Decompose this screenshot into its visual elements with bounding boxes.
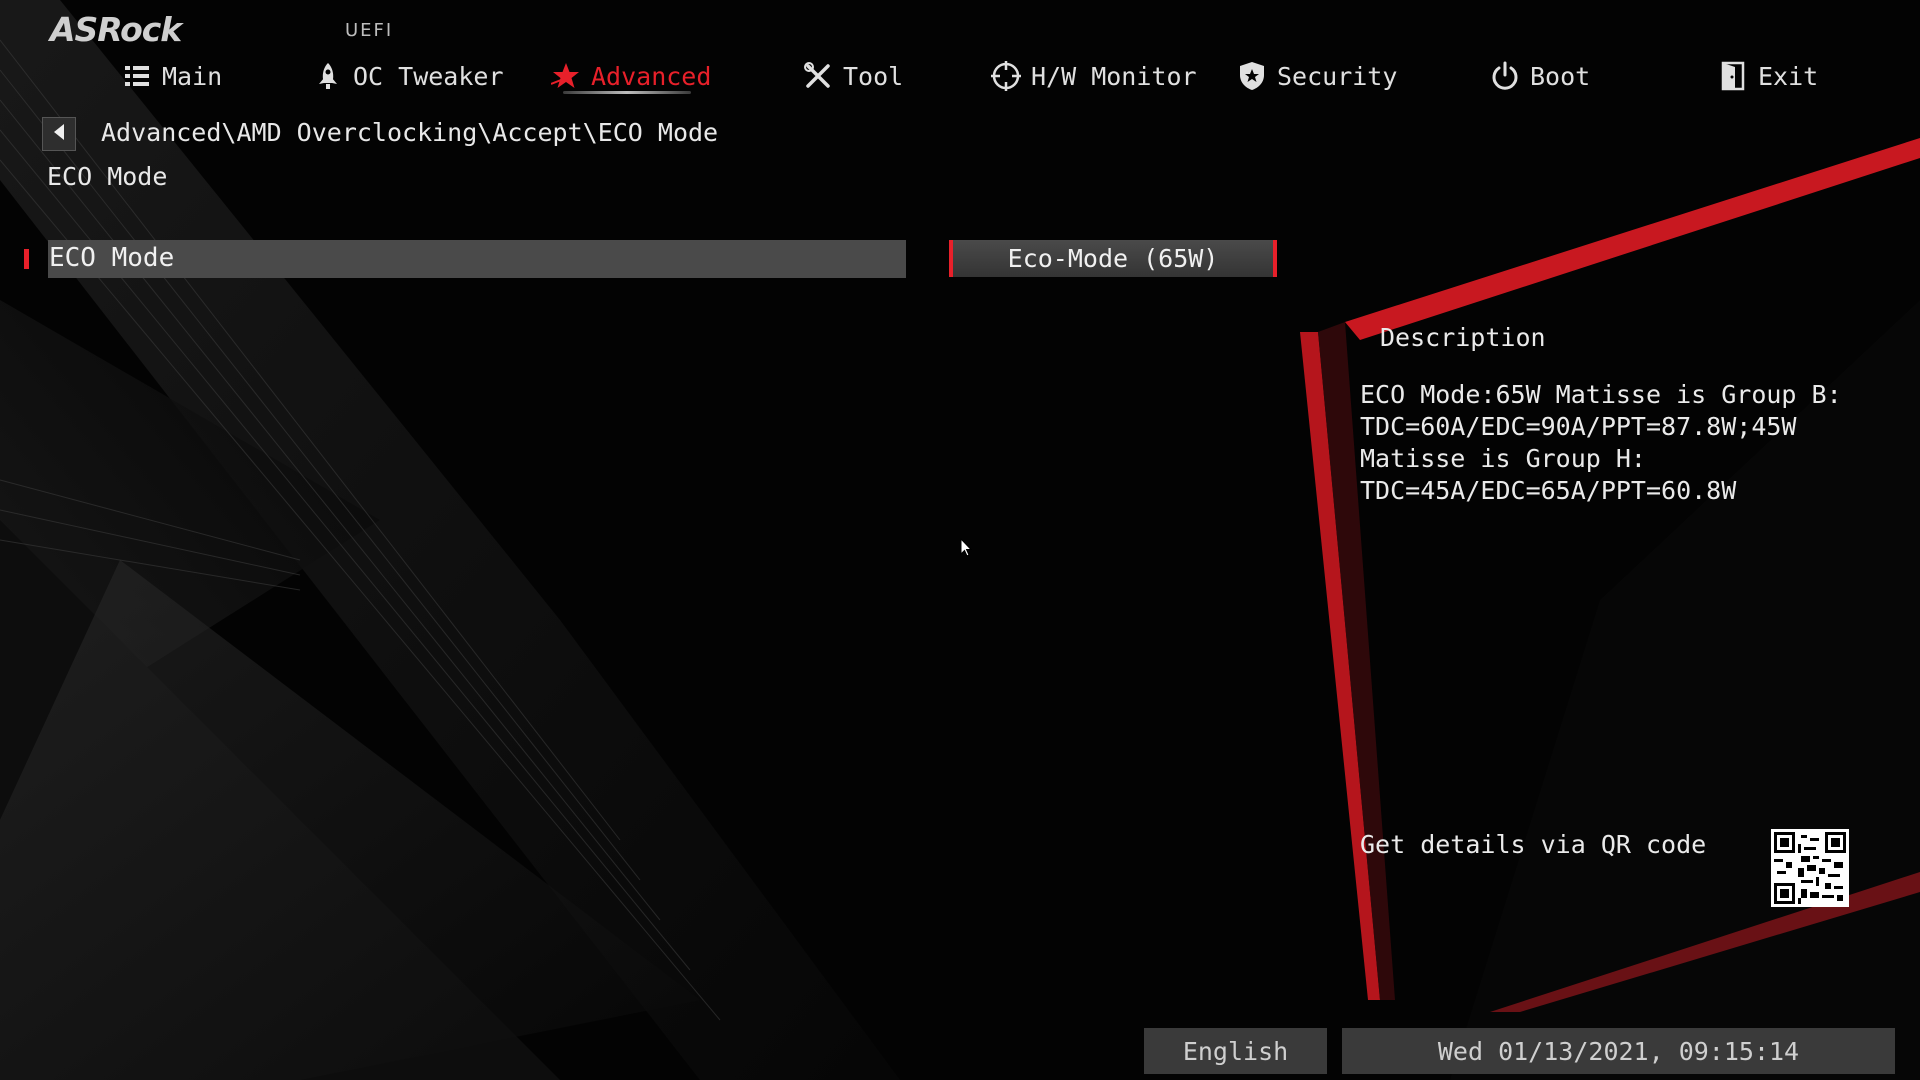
crosshair-icon <box>991 61 1021 91</box>
breadcrumb: Advanced\AMD Overclocking\Accept\ECO Mod… <box>101 118 719 147</box>
tab-boot[interactable]: Boot <box>1490 58 1590 94</box>
tab-label: Security <box>1277 61 1398 91</box>
tab-label: H/W Monitor <box>1031 61 1197 91</box>
tab-label: Boot <box>1530 61 1591 91</box>
selection-marker <box>24 249 29 269</box>
star-icon <box>551 61 581 91</box>
datetime-display: Wed 01/13/2021, 09:15:14 <box>1342 1028 1895 1074</box>
tab-main[interactable]: Main <box>122 58 222 94</box>
shield-icon <box>1237 61 1267 91</box>
tab-label: Advanced <box>591 61 712 91</box>
tab-advanced[interactable]: Advanced <box>551 58 711 94</box>
tab-label: Main <box>162 61 223 91</box>
back-button[interactable] <box>42 117 76 151</box>
language-button[interactable]: English <box>1144 1028 1327 1074</box>
page-title: ECO Mode <box>47 162 168 191</box>
list-icon <box>122 61 152 91</box>
description-line: TDC=45A/EDC=65A/PPT=60.8W <box>1360 476 1737 505</box>
tab-tool[interactable]: Tool <box>803 58 903 94</box>
tab-oc-tweaker[interactable]: OC Tweaker <box>313 58 504 94</box>
description-line: TDC=60A/EDC=90A/PPT=87.8W;45W <box>1360 412 1797 441</box>
power-icon <box>1490 61 1520 91</box>
tab-label: Exit <box>1758 61 1819 91</box>
active-tab-indicator <box>563 91 691 94</box>
top-nav: Main OC Tweaker Advanced Tool H/W Monito… <box>0 0 1920 100</box>
option-row-eco-mode[interactable] <box>48 240 906 278</box>
description-line: ECO Mode:65W Matisse is Group B: <box>1360 380 1842 409</box>
tab-hw-monitor[interactable]: H/W Monitor <box>991 58 1197 94</box>
qr-code <box>1771 829 1849 907</box>
qr-caption: Get details via QR code <box>1360 830 1707 859</box>
back-arrow-icon <box>52 123 66 145</box>
tab-label: Tool <box>843 61 904 91</box>
mouse-pointer-icon <box>960 537 973 562</box>
rocket-icon <box>313 61 343 91</box>
description-title: Description <box>1380 323 1546 352</box>
tab-security[interactable]: Security <box>1237 58 1397 94</box>
exit-door-icon <box>1718 61 1748 91</box>
tab-label: OC Tweaker <box>353 61 504 91</box>
description-line: Matisse is Group H: <box>1360 444 1646 473</box>
option-label: ECO Mode <box>49 243 175 273</box>
tools-icon <box>803 61 833 91</box>
tab-exit[interactable]: Exit <box>1718 58 1818 94</box>
eco-mode-value-select[interactable]: Eco-Mode (65W) <box>949 240 1277 277</box>
